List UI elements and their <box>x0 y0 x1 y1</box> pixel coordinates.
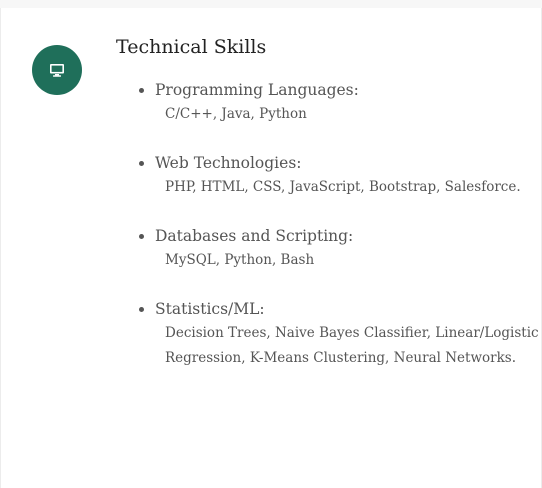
skill-item-web: Web Technologies: PHP, HTML, CSS, JavaSc… <box>155 152 540 200</box>
skills-list: Programming Languages: C/C++, Java, Pyth… <box>138 79 540 396</box>
skill-item-programming: Programming Languages: C/C++, Java, Pyth… <box>155 79 540 127</box>
section-title: Technical Skills <box>116 36 267 58</box>
skill-items: C/C++, Java, Python <box>165 106 307 122</box>
skill-category: Web Technologies: <box>155 154 302 172</box>
skills-card: Technical Skills Programming Languages: … <box>0 8 542 488</box>
skill-items: MySQL, Python, Bash <box>165 252 315 268</box>
skill-items: PHP, HTML, CSS, JavaScript, Bootstrap, S… <box>165 179 521 195</box>
skill-item-databases: Databases and Scripting: MySQL, Python, … <box>155 225 540 273</box>
monitor-icon <box>32 45 82 95</box>
skill-category: Programming Languages: <box>155 81 359 99</box>
skill-item-statistics: Statistics/ML: Decision Trees, Naive Bay… <box>155 298 540 371</box>
skill-items: Decision Trees, Naive Bayes Classifier, … <box>165 325 539 366</box>
skill-category: Statistics/ML: <box>155 300 265 318</box>
skill-category: Databases and Scripting: <box>155 227 354 245</box>
